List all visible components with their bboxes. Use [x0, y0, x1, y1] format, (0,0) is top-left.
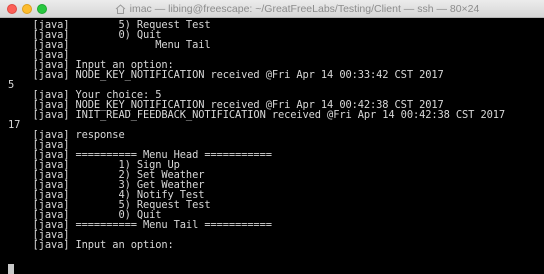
text-cursor — [8, 264, 14, 274]
title-bar[interactable]: imac — libing@freescape: ~/GreatFreeLabs… — [0, 0, 544, 18]
terminal-line: [java] Input an option: — [8, 239, 174, 251]
terminal-line: [java] NODE_KEY_NOTIFICATION received @F… — [8, 69, 444, 81]
window-title: imac — libing@freescape: ~/GreatFreeLabs… — [129, 3, 480, 16]
home-icon — [115, 4, 125, 15]
terminal-window: imac — libing@freescape: ~/GreatFreeLabs… — [0, 0, 544, 274]
zoom-button[interactable] — [37, 4, 47, 14]
close-button[interactable] — [7, 4, 17, 14]
minimize-button[interactable] — [22, 4, 32, 14]
terminal-line: [java] INIT_READ_FEEDBACK_NOTIFICATION r… — [8, 109, 506, 121]
window-title-group: imac — libing@freescape: ~/GreatFreeLabs… — [60, 0, 534, 18]
terminal-content[interactable]: [java] 5) Request Test [java] 0) Quit [j… — [0, 18, 544, 274]
